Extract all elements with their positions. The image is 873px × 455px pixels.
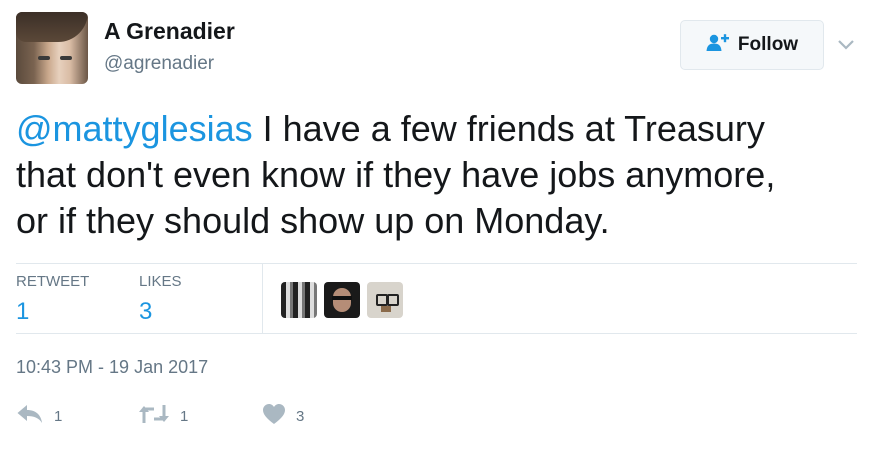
add-user-icon	[706, 33, 730, 57]
reply-icon	[16, 403, 44, 430]
likes-stat-label: LIKES	[139, 273, 182, 290]
author-name[interactable]: A Grenadier	[104, 18, 235, 45]
like-count: 3	[296, 408, 305, 425]
liker-avatar[interactable]	[281, 282, 317, 318]
retweet-count: 1	[180, 408, 189, 425]
tweet-line-3: or if they should show up on Monday.	[16, 200, 610, 241]
likes-stat-count: 3	[139, 298, 153, 325]
liker-avatar[interactable]	[367, 282, 403, 318]
tweet-line-2: that don't even know if they have jobs a…	[16, 154, 776, 195]
author-avatar[interactable]	[16, 12, 88, 84]
chevron-down-icon[interactable]	[836, 36, 856, 52]
divider	[16, 263, 857, 264]
liker-avatar[interactable]	[324, 282, 360, 318]
follow-button-label: Follow	[737, 34, 799, 55]
author-handle[interactable]: @agrenadier	[104, 53, 214, 75]
heart-icon	[262, 403, 286, 430]
mention-link[interactable]: @mattyglesias	[16, 108, 253, 149]
reply-count: 1	[54, 408, 63, 425]
retweet-stat-count: 1	[16, 298, 30, 325]
follow-button[interactable]: Follow	[680, 20, 824, 70]
reply-button[interactable]: 1	[16, 403, 62, 430]
like-button[interactable]: 3	[262, 403, 304, 430]
tweet-line-1: I have a few friends at Treasury	[252, 108, 765, 149]
retweet-button[interactable]: 1	[138, 403, 188, 430]
likes-stat[interactable]: LIKES 3	[139, 273, 182, 326]
tweet-timestamp[interactable]: 10:43 PM - 19 Jan 2017	[16, 357, 208, 378]
stats-separator	[262, 264, 263, 333]
retweet-stat-label: RETWEET	[16, 273, 90, 290]
tweet-text: @mattyglesias I have a few friends at Tr…	[16, 106, 866, 244]
divider	[16, 333, 857, 334]
retweet-icon	[138, 403, 170, 430]
retweet-stat[interactable]: RETWEET 1	[16, 273, 89, 326]
